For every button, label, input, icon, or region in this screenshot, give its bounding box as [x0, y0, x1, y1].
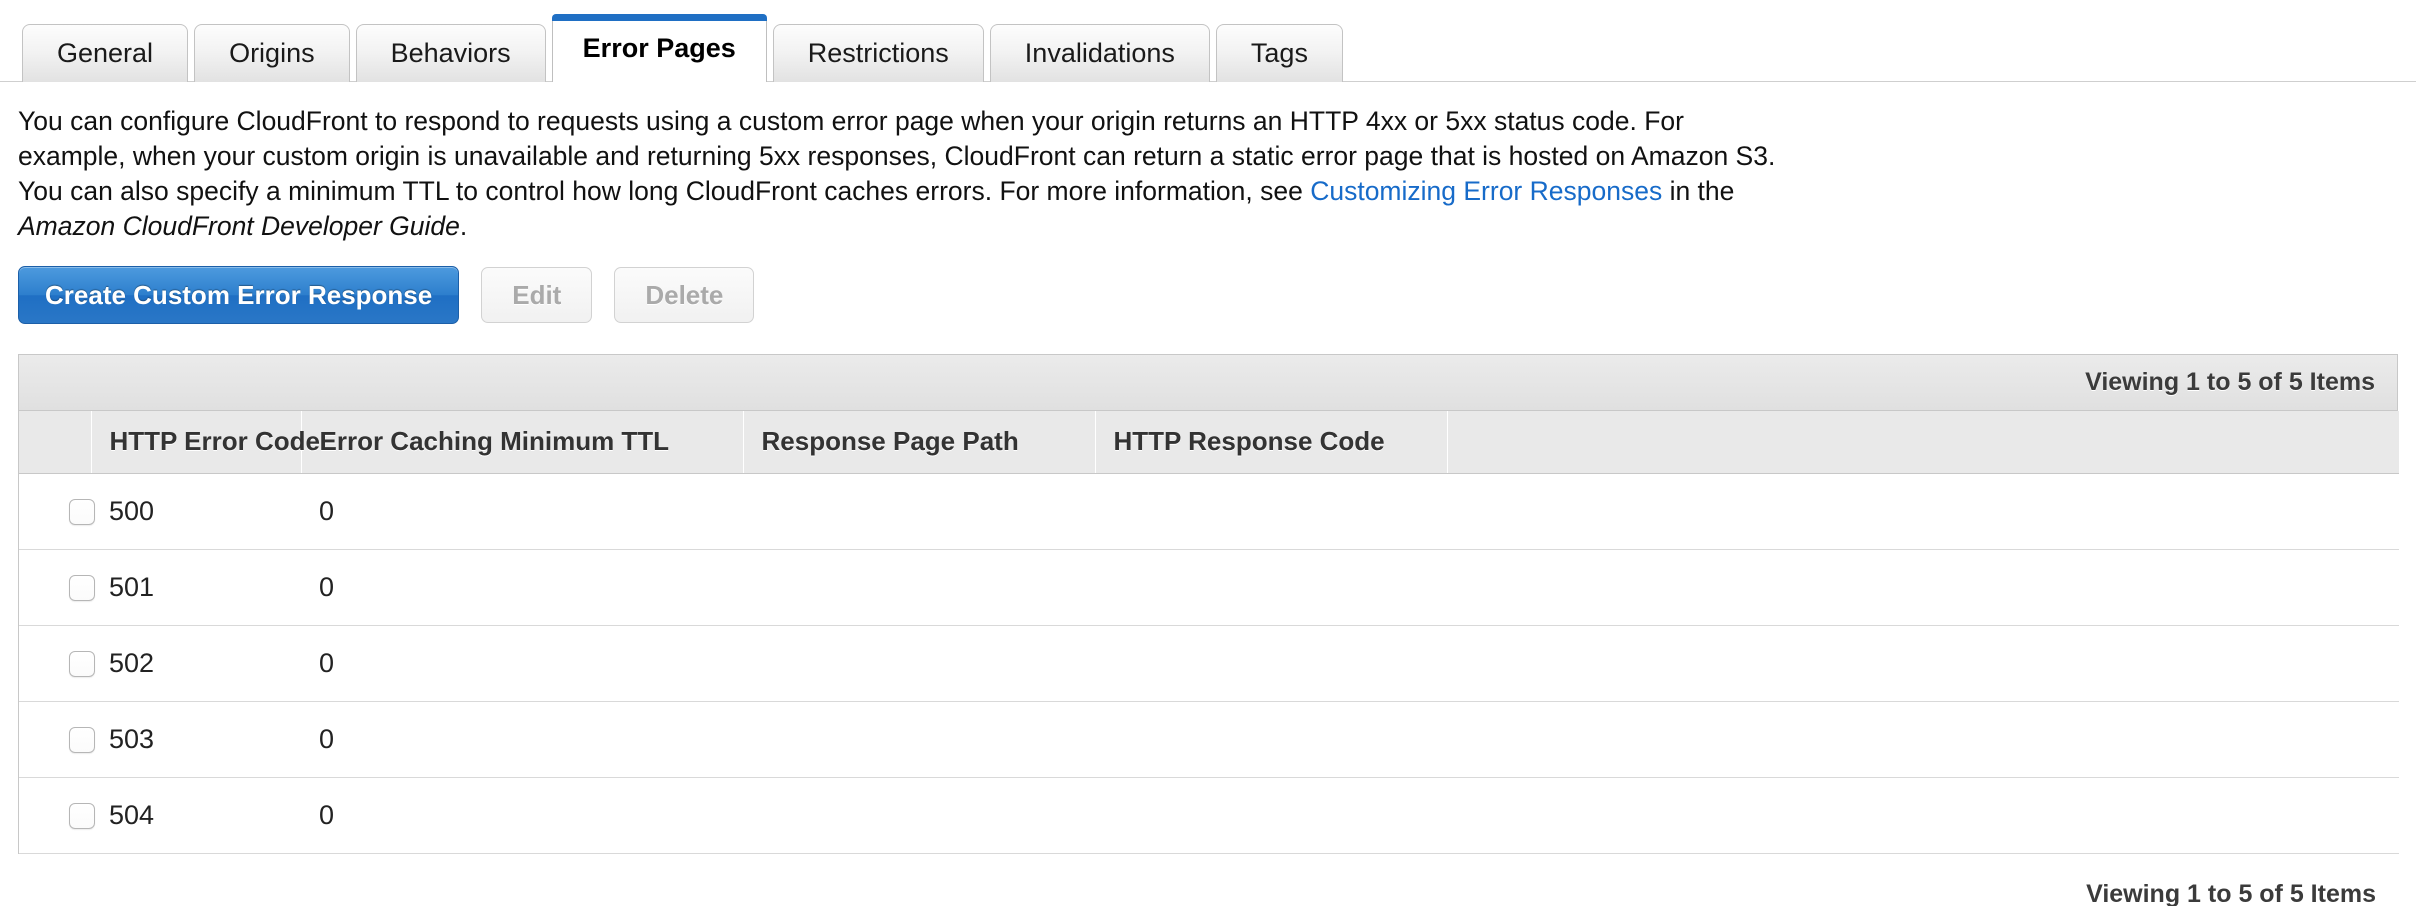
table-row[interactable]: 501 0 [19, 549, 2399, 626]
tab-label: Invalidations [1024, 38, 1175, 68]
column-header-http-error-code[interactable]: HTTP Error Code [91, 411, 320, 474]
row-select-checkbox[interactable] [69, 803, 95, 830]
cell-spacer [1447, 777, 2399, 854]
cell-http-error-code: 502 [91, 625, 301, 702]
cell-http-response-code [1095, 701, 1447, 778]
cell-response-page-path [743, 701, 1095, 778]
cell-error-caching-minimum-ttl: 0 [301, 549, 743, 626]
table-header-row: HTTP Error Code Error Caching Minimum TT… [19, 411, 2399, 474]
cell-http-error-code: 504 [91, 777, 301, 854]
create-custom-error-response-button[interactable]: Create Custom Error Response [18, 266, 460, 324]
tab-error-pages[interactable]: Error Pages [551, 14, 767, 83]
cell-error-caching-minimum-ttl: 0 [301, 473, 743, 550]
row-select-checkbox[interactable] [69, 575, 95, 602]
description-text-part3: . [459, 211, 468, 241]
cell-http-response-code [1095, 625, 1447, 702]
cell-spacer [1447, 625, 2399, 702]
tab-invalidations[interactable]: Invalidations [989, 24, 1210, 82]
cell-response-page-path [743, 777, 1095, 854]
cell-http-response-code [1095, 473, 1447, 550]
tab-origins[interactable]: Origins [194, 24, 350, 82]
viewing-count-top: Viewing 1 to 5 of 5 Items [2085, 368, 2375, 396]
edit-button[interactable]: Edit [481, 267, 593, 323]
error-pages-panel: General Origins Behaviors Error Pages Re… [0, 0, 2416, 906]
row-select-checkbox[interactable] [69, 499, 95, 526]
cell-error-caching-minimum-ttl: 0 [301, 625, 743, 702]
cell-spacer [1447, 549, 2399, 626]
error-pages-table: Viewing 1 to 5 of 5 Items HTTP Error Cod… [18, 354, 2399, 854]
customizing-error-responses-link[interactable]: Customizing Error Responses [1310, 176, 1662, 206]
tab-restrictions[interactable]: Restrictions [772, 24, 984, 82]
tab-label: Behaviors [390, 38, 511, 68]
cell-http-response-code [1095, 777, 1447, 854]
column-header-spacer [1447, 411, 2399, 474]
cell-error-caching-minimum-ttl: 0 [301, 777, 743, 854]
toolbar: Create Custom Error Response Edit Delete [18, 266, 2416, 324]
tab-label: Restrictions [807, 38, 949, 68]
row-checkbox-cell [19, 625, 95, 702]
table-row[interactable]: 504 0 [19, 777, 2399, 854]
tab-label: Error Pages [582, 32, 736, 63]
tab-tags[interactable]: Tags [1215, 24, 1343, 82]
table-row[interactable]: 500 0 [19, 473, 2399, 550]
cell-http-error-code: 503 [91, 701, 301, 778]
row-checkbox-cell [19, 777, 95, 854]
panel-description: You can configure CloudFront to respond … [18, 104, 1778, 244]
cell-response-page-path [743, 473, 1095, 550]
row-checkbox-cell [19, 549, 95, 626]
tab-label: General [57, 38, 154, 68]
cell-http-response-code [1095, 549, 1447, 626]
table-top-bar: Viewing 1 to 5 of 5 Items [19, 355, 2397, 411]
cell-spacer [1447, 473, 2399, 550]
tab-label: Origins [229, 38, 315, 68]
table-footer: Viewing 1 to 5 of 5 Items [18, 880, 2398, 906]
column-header-error-caching-minimum-ttl[interactable]: Error Caching Minimum TTL [301, 411, 744, 474]
developer-guide-title: Amazon CloudFront Developer Guide [18, 211, 460, 241]
row-checkbox-cell [19, 473, 95, 550]
tab-bar: General Origins Behaviors Error Pages Re… [0, 0, 2416, 83]
table-row[interactable]: 503 0 [19, 701, 2399, 778]
table-row[interactable]: 502 0 [19, 625, 2399, 702]
row-select-checkbox[interactable] [69, 727, 95, 754]
row-select-checkbox[interactable] [69, 651, 95, 678]
tab-label: Tags [1250, 38, 1308, 68]
column-header-http-response-code[interactable]: HTTP Response Code [1095, 411, 1448, 474]
cell-error-caching-minimum-ttl: 0 [301, 701, 743, 778]
table-body: 500 0 501 0 502 0 503 0 504 0 [19, 473, 2399, 854]
row-checkbox-cell [19, 701, 95, 778]
column-header-response-page-path[interactable]: Response Page Path [743, 411, 1096, 474]
column-header-select [19, 411, 92, 474]
description-text-part2: in the [1662, 176, 1735, 206]
tab-behaviors[interactable]: Behaviors [355, 24, 546, 82]
cell-http-error-code: 500 [91, 473, 301, 550]
cell-response-page-path [743, 549, 1095, 626]
viewing-count-bottom: Viewing 1 to 5 of 5 Items [2086, 879, 2376, 906]
tab-general[interactable]: General [22, 24, 189, 82]
cell-http-error-code: 501 [91, 549, 301, 626]
delete-button[interactable]: Delete [614, 267, 755, 323]
cell-response-page-path [743, 625, 1095, 702]
cell-spacer [1447, 701, 2399, 778]
